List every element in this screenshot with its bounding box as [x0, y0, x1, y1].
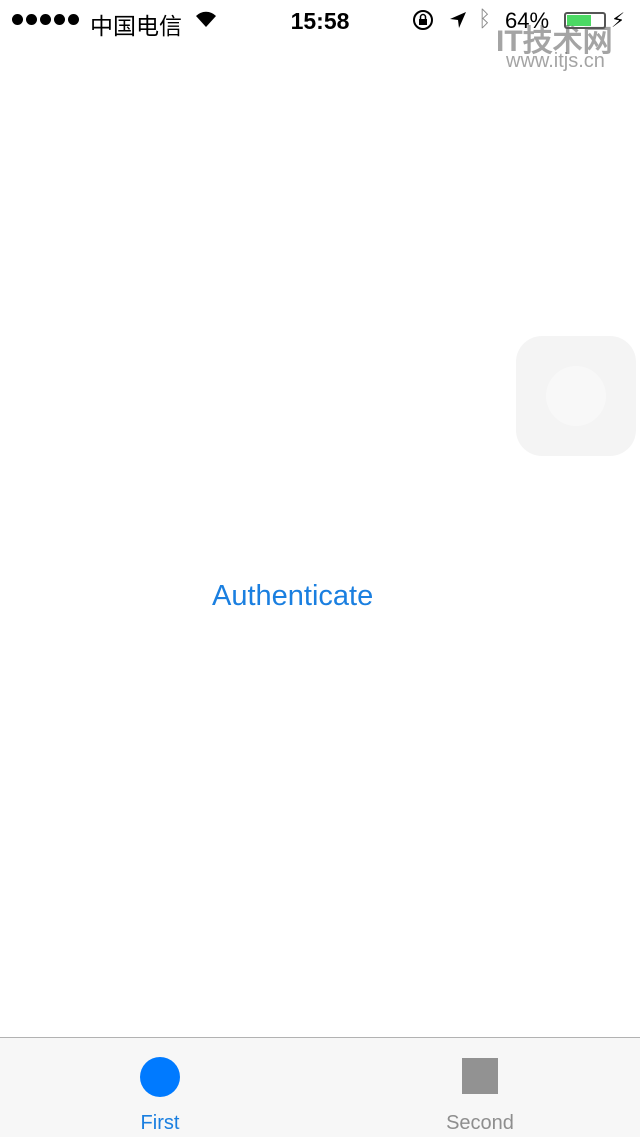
circle-icon [140, 1057, 180, 1097]
charging-icon: ⚡ [611, 10, 626, 32]
tab-label: First [140, 1112, 180, 1134]
location-arrow-icon [450, 12, 466, 28]
tab-label: Second [446, 1112, 514, 1134]
tab-bar: First Second [0, 1037, 640, 1137]
authenticate-button[interactable]: Authenticate [212, 580, 373, 613]
square-icon [462, 1058, 498, 1094]
assistive-touch-icon [546, 366, 606, 426]
assistive-touch-button[interactable] [516, 336, 636, 456]
rotation-lock-icon [413, 10, 433, 30]
tab-first[interactable]: First [0, 1038, 320, 1137]
bluetooth-icon: ᛒ [478, 6, 492, 31]
watermark-url: www.itjs.cn [506, 50, 605, 72]
tab-second[interactable]: Second [320, 1038, 640, 1137]
